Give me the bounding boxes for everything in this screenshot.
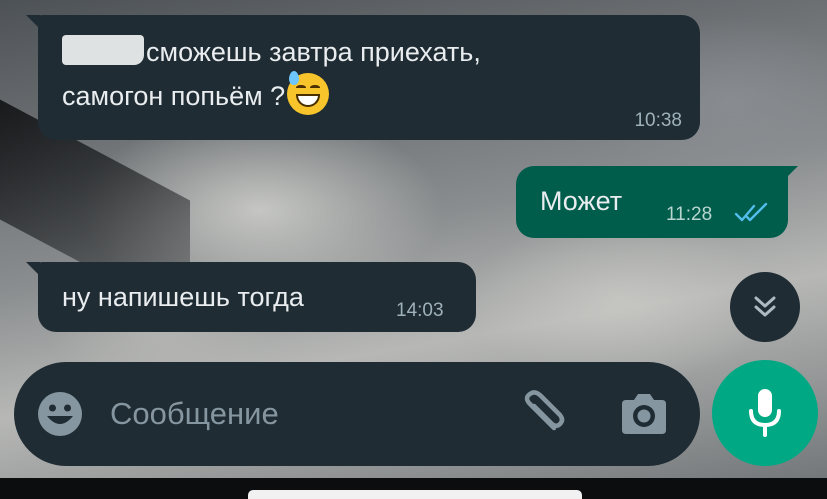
message-text: ну напишешь тогда: [62, 282, 304, 312]
bubble-tail: [784, 166, 798, 180]
outgoing-message-bubble[interactable]: Может 11:28: [516, 166, 798, 238]
message-composer: [14, 362, 700, 466]
message-time: 11:28: [666, 204, 713, 225]
camera-icon[interactable]: [618, 390, 670, 438]
paperclip-icon[interactable]: [514, 388, 570, 440]
message-time: 10:38: [634, 110, 682, 131]
message-text: сможешь завтра приехать, самогон попьём …: [62, 31, 622, 117]
message-time: 14:03: [396, 300, 444, 321]
message-input[interactable]: [110, 390, 490, 438]
emoji-icon[interactable]: [36, 390, 84, 438]
voice-message-button[interactable]: [712, 360, 818, 466]
microphone-icon: [749, 389, 781, 437]
incoming-message-bubble[interactable]: ну напишешь тогда 14:03: [26, 262, 476, 332]
home-indicator[interactable]: [248, 490, 582, 499]
message-text-line2: самогон попьём ?: [62, 81, 286, 111]
double-chevron-down-icon: [754, 296, 776, 317]
message-text: Может: [540, 186, 623, 216]
grinning-face-with-sweat-icon: [287, 71, 330, 115]
bubble-tail: [26, 15, 40, 29]
incoming-message-bubble[interactable]: сможешь завтра приехать, самогон попьём …: [26, 15, 700, 140]
message-text-line1: сможешь завтра приехать,: [146, 37, 481, 67]
redacted-name: [62, 35, 144, 65]
double-check-icon: [734, 202, 768, 222]
scroll-to-bottom-button[interactable]: [730, 272, 800, 342]
bubble-tail: [26, 262, 40, 276]
